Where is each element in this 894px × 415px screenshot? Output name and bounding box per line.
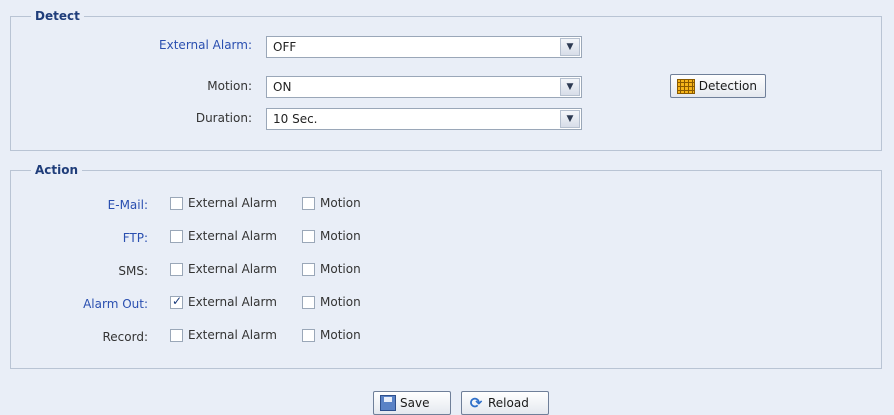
ftp-motion-checkbox[interactable] — [302, 229, 315, 243]
checkbox-label: External Alarm — [188, 328, 277, 342]
duration-label: Duration: — [195, 111, 252, 125]
motion-select[interactable]: ON ▼ — [266, 76, 582, 98]
ftp-motion[interactable]: Motion — [302, 229, 361, 243]
record-external-alarm-checkbox[interactable] — [170, 328, 183, 342]
checkbox-label: Motion — [320, 328, 361, 342]
external-alarm-label: External Alarm: — [159, 38, 252, 52]
sms-motion[interactable]: Motion — [302, 262, 361, 276]
checkbox-label: External Alarm — [188, 229, 277, 243]
action-legend: Action — [35, 163, 79, 177]
motion-value: ON — [273, 80, 292, 94]
ftp-external-alarm[interactable]: External Alarm — [170, 229, 277, 243]
checkbox-label: External Alarm — [188, 295, 277, 309]
email-motion-checkbox[interactable] — [302, 196, 315, 210]
checkbox-label: External Alarm — [188, 196, 277, 210]
external-alarm-value: OFF — [273, 40, 297, 54]
alarm-out-motion[interactable]: Motion — [302, 295, 361, 309]
email-external-alarm-checkbox[interactable] — [170, 196, 183, 210]
email-external-alarm[interactable]: External Alarm — [170, 196, 277, 210]
sms-external-alarm[interactable]: External Alarm — [170, 262, 277, 276]
alarm-out-motion-checkbox[interactable] — [302, 295, 315, 309]
checkbox-label: Motion — [320, 196, 361, 210]
detection-button-label: Detection — [698, 79, 757, 93]
checkbox-label: External Alarm — [188, 262, 277, 276]
save-button[interactable]: Save — [373, 391, 451, 415]
record-label: Record: — [102, 330, 148, 344]
chevron-down-icon[interactable]: ▼ — [560, 110, 580, 128]
reload-button-label: Reload — [488, 396, 529, 410]
checkbox-label: Motion — [320, 229, 361, 243]
alarm-out-label: Alarm Out: — [83, 297, 148, 311]
detect-legend: Detect — [35, 9, 80, 23]
sms-motion-checkbox[interactable] — [302, 262, 315, 276]
chevron-down-icon[interactable]: ▼ — [560, 78, 580, 96]
save-button-label: Save — [400, 396, 430, 410]
chevron-down-icon[interactable]: ▼ — [560, 38, 580, 56]
sms-label: SMS: — [118, 264, 148, 278]
alarm-out-external-alarm[interactable]: External Alarm — [170, 294, 277, 309]
reload-button[interactable]: ⟳ Reload — [461, 391, 549, 415]
email-label: E-Mail: — [107, 198, 148, 212]
checkbox-label: Motion — [320, 295, 361, 309]
ftp-external-alarm-checkbox[interactable] — [170, 229, 183, 243]
duration-value: 10 Sec. — [273, 112, 318, 126]
alarm-out-external-alarm-checkbox[interactable] — [170, 294, 183, 309]
record-motion[interactable]: Motion — [302, 328, 361, 342]
sms-external-alarm-checkbox[interactable] — [170, 262, 183, 276]
checkbox-label: Motion — [320, 262, 361, 276]
duration-select[interactable]: 10 Sec. ▼ — [266, 108, 582, 130]
record-external-alarm[interactable]: External Alarm — [170, 328, 277, 342]
reload-icon: ⟳ — [469, 394, 483, 412]
record-motion-checkbox[interactable] — [302, 328, 315, 342]
save-icon — [380, 395, 396, 411]
grid-icon — [677, 78, 695, 94]
email-motion[interactable]: Motion — [302, 196, 361, 210]
external-alarm-select[interactable]: OFF ▼ — [266, 36, 582, 58]
motion-label: Motion: — [207, 79, 252, 93]
ftp-label: FTP: — [122, 231, 148, 245]
detection-button[interactable]: Detection — [670, 74, 766, 98]
